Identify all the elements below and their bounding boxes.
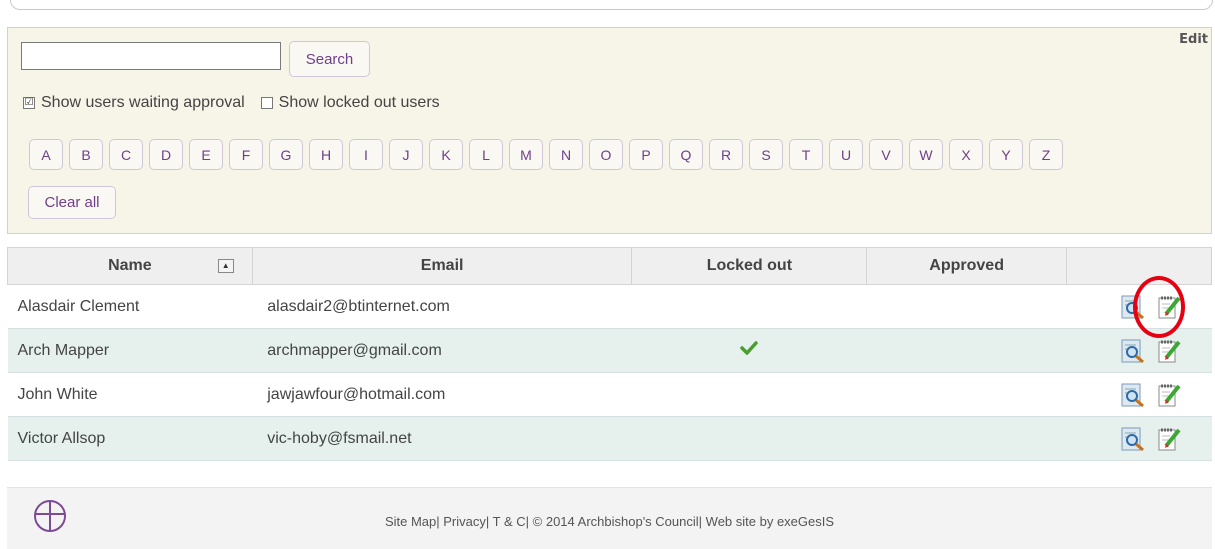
letter-button-f[interactable]: F <box>229 139 263 170</box>
letter-button-h[interactable]: H <box>309 139 343 170</box>
letter-button-v[interactable]: V <box>869 139 903 170</box>
top-rounded-strip <box>10 0 1213 10</box>
edit-user-icon[interactable] <box>1156 382 1182 408</box>
letter-button-p[interactable]: P <box>629 139 663 170</box>
letter-button-w[interactable]: W <box>909 139 943 170</box>
page-footer: Site Map| Privacy| T & C| © 2014 Archbis… <box>7 487 1212 549</box>
letter-button-b[interactable]: B <box>69 139 103 170</box>
approved-cell <box>866 328 1067 373</box>
user-name-cell: Victor Allsop <box>7 416 253 461</box>
show-locked-option[interactable]: Show locked out users <box>260 94 440 112</box>
column-header-locked-out[interactable]: Locked out <box>631 247 868 285</box>
actions-cell <box>1066 416 1212 461</box>
letter-button-x[interactable]: X <box>949 139 983 170</box>
user-email-cell: vic-hoby@fsmail.net <box>252 416 632 461</box>
user-email-cell: jawjawfour@hotmail.com <box>252 372 632 417</box>
footer-links: Site Map| Privacy| T & C| © 2014 Archbis… <box>384 514 835 529</box>
filter-panel: Edit Search ☑ Show users waiting approva… <box>7 27 1212 234</box>
column-header-name-label: Name <box>108 257 152 274</box>
user-name-cell: John White <box>7 372 253 417</box>
user-name-cell: Arch Mapper <box>7 328 253 373</box>
show-locked-label: Show locked out users <box>278 94 440 111</box>
letter-button-l[interactable]: L <box>469 139 503 170</box>
footer-link-credit[interactable]: Web site by exeGesIS <box>706 514 834 529</box>
letter-button-n[interactable]: N <box>549 139 583 170</box>
table-row: Alasdair Clement alasdair2@btinternet.co… <box>7 284 1212 329</box>
letter-button-u[interactable]: U <box>829 139 863 170</box>
show-locked-checkbox[interactable] <box>260 97 273 109</box>
search-button[interactable]: Search <box>289 41 370 77</box>
table-row: John White jawjawfour@hotmail.com <box>7 372 1212 417</box>
column-header-name[interactable]: Name ▲ <box>7 247 253 285</box>
table-row: Arch Mapper archmapper@gmail.com <box>7 328 1212 373</box>
table-header-row: Name ▲ Email Locked out Approved <box>7 247 1212 285</box>
letter-button-o[interactable]: O <box>589 139 623 170</box>
footer-copyright: © 2014 Archbishop's Council <box>532 514 699 529</box>
locked-out-cell <box>631 416 867 461</box>
column-header-email[interactable]: Email <box>251 247 633 285</box>
show-waiting-option[interactable]: ☑ Show users waiting approval <box>23 94 245 112</box>
show-waiting-label: Show users waiting approval <box>41 94 245 111</box>
letter-button-d[interactable]: D <box>149 139 183 170</box>
users-table-container: Name ▲ Email Locked out Approved Alasdai… <box>7 247 1212 461</box>
locked-out-cell <box>631 284 867 329</box>
filter-options: ☑ Show users waiting approval Show locke… <box>23 94 456 112</box>
edit-user-icon[interactable] <box>1156 426 1182 452</box>
letter-button-s[interactable]: S <box>749 139 783 170</box>
letter-button-c[interactable]: C <box>109 139 143 170</box>
letter-button-m[interactable]: M <box>509 139 543 170</box>
table-row: Victor Allsop vic-hoby@fsmail.net <box>7 416 1212 461</box>
locked-out-cell <box>631 328 867 373</box>
letter-button-y[interactable]: Y <box>989 139 1023 170</box>
letter-button-g[interactable]: G <box>269 139 303 170</box>
column-header-approved[interactable]: Approved <box>866 247 1068 285</box>
letter-button-z[interactable]: Z <box>1029 139 1063 170</box>
highlight-circle <box>1133 276 1185 338</box>
clear-all-button[interactable]: Clear all <box>28 186 116 219</box>
edit-user-icon[interactable] <box>1156 338 1182 364</box>
approved-cell <box>866 372 1067 417</box>
letter-button-k[interactable]: K <box>429 139 463 170</box>
view-details-icon[interactable] <box>1120 382 1146 408</box>
user-name-cell: Alasdair Clement <box>7 284 253 329</box>
letter-button-q[interactable]: Q <box>669 139 703 170</box>
actions-cell <box>1066 372 1212 417</box>
letter-filter-bar: A B C D E F G H I J K L M N O P Q R S T … <box>29 139 1069 170</box>
approved-cell <box>866 416 1067 461</box>
approved-cell <box>866 284 1067 329</box>
letter-button-i[interactable]: I <box>349 139 383 170</box>
user-email-cell: archmapper@gmail.com <box>252 328 632 373</box>
locked-out-cell <box>631 372 867 417</box>
search-input[interactable] <box>21 42 281 70</box>
column-header-actions <box>1066 247 1212 285</box>
footer-link-privacy[interactable]: Privacy <box>443 514 486 529</box>
checkmark-icon <box>740 341 759 355</box>
letter-button-a[interactable]: A <box>29 139 63 170</box>
letter-button-e[interactable]: E <box>189 139 223 170</box>
view-details-icon[interactable] <box>1120 338 1146 364</box>
users-table: Name ▲ Email Locked out Approved Alasdai… <box>7 247 1212 461</box>
edit-link[interactable]: Edit <box>1179 32 1208 47</box>
user-email-cell: alasdair2@btinternet.com <box>252 284 632 329</box>
footer-link-site-map[interactable]: Site Map <box>385 514 436 529</box>
sort-ascending-icon[interactable]: ▲ <box>217 259 234 273</box>
show-waiting-checkbox[interactable]: ☑ <box>23 97 35 109</box>
footer-link-tc[interactable]: T & C <box>493 514 526 529</box>
letter-button-r[interactable]: R <box>709 139 743 170</box>
letter-button-t[interactable]: T <box>789 139 823 170</box>
view-details-icon[interactable] <box>1120 426 1146 452</box>
actions-cell <box>1066 328 1212 373</box>
letter-button-j[interactable]: J <box>389 139 423 170</box>
